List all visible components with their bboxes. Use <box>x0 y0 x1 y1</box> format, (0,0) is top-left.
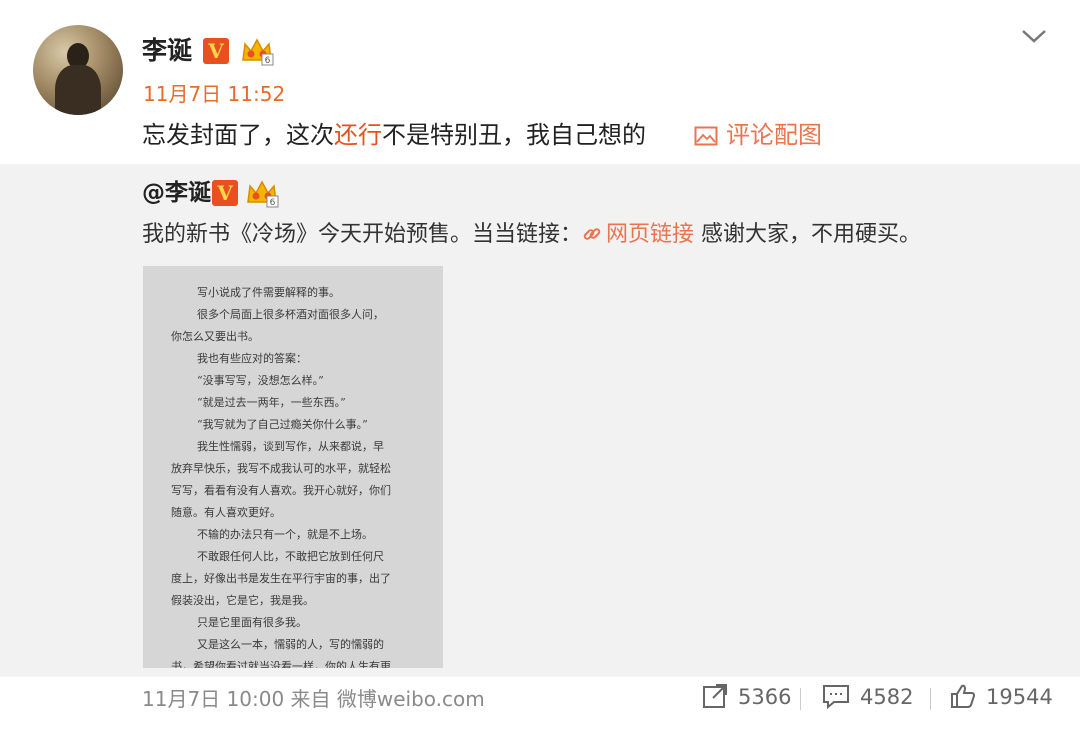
page-line: 放弃早快乐，我写不成我认可的水平，就轻松 <box>171 462 391 475</box>
comment-button[interactable]: 4582 <box>822 682 913 712</box>
page-line: “我写就为了自己过瘾关你什么事。” <box>197 418 368 431</box>
post-text-highlight: 还行 <box>334 121 382 149</box>
verified-icon: V <box>212 180 238 206</box>
repost-text-part1: 我的新书《冷场》今天开始预售。当当链接： <box>142 222 583 247</box>
repost-footer-time[interactable]: 11月7日 10:00 来自 微博weibo.com <box>142 684 485 714</box>
avatar-figure-body <box>55 65 101 115</box>
verified-icon: V <box>203 38 229 64</box>
like-button[interactable]: 19544 <box>950 682 1053 712</box>
repost-text-part2: 感谢大家，不用硬买。 <box>694 222 922 247</box>
avatar[interactable] <box>33 25 123 115</box>
svg-text:6: 6 <box>270 198 276 208</box>
post-timestamp[interactable]: 11月7日 11:52 <box>143 80 285 108</box>
post-text-part1: 忘发封面了，这次 <box>142 121 334 149</box>
comment-count: 4582 <box>860 685 914 709</box>
page-line: 随意。有人喜欢更好。 <box>171 506 281 519</box>
like-count: 19544 <box>986 685 1053 709</box>
repost-username[interactable]: @李诞 <box>142 176 211 210</box>
web-link[interactable]: 网页链接 <box>582 222 694 247</box>
page-line: 只是它里面有很多我。 <box>197 616 307 629</box>
divider <box>930 688 931 710</box>
comment-icon <box>823 685 849 710</box>
image-icon <box>694 126 718 146</box>
post-text-part2: 不是特别丑，我自己想的 <box>382 121 646 149</box>
page-line: 不输的办法只有一个，就是不上场。 <box>197 528 373 541</box>
repost-button[interactable]: 5366 <box>702 682 791 712</box>
page-line: 你怎么又要出书。 <box>171 330 259 343</box>
web-link-label: 网页链接 <box>606 222 695 247</box>
page-line: 不敢跟任何人比，不敢把它放到任何尺 <box>197 550 384 563</box>
page-line: “没事写写，没想怎么样。” <box>197 374 324 387</box>
thumbs-up-icon <box>951 684 976 708</box>
vip-crown-icon: 6 <box>242 38 274 66</box>
book-page-image[interactable]: 写小说成了件需要解释的事。 很多个局面上很多杯酒对面很多人问， 你怎么又要出书。… <box>143 266 443 668</box>
page-line: 写写，看看有没有人喜欢。我开心就好，你们 <box>171 484 391 497</box>
page-line: 我也有些应对的答案： <box>197 352 307 365</box>
svg-text:6: 6 <box>265 56 271 66</box>
link-icon <box>583 228 601 240</box>
page-line: 写小说成了件需要解释的事。 <box>197 286 340 299</box>
post-username[interactable]: 李诞 <box>142 33 192 69</box>
page-line: 度上，好像出书是发生在平行宇宙的事，出了 <box>171 572 391 585</box>
page-line: “就是过去一两年，一些东西。” <box>197 396 346 409</box>
repost-icon <box>703 684 727 708</box>
repost-count: 5366 <box>738 685 792 709</box>
comment-with-image-label: 评论配图 <box>726 121 822 149</box>
post-text: 忘发封面了，这次还行不是特别丑，我自己想的 <box>142 118 646 152</box>
page-line: 很多个局面上很多杯酒对面很多人问， <box>197 308 384 321</box>
chevron-down-icon[interactable] <box>1020 26 1048 46</box>
page-line: 假装没出，它是它，我是我。 <box>171 594 314 607</box>
page-line: 我生性懦弱，谈到写作，从来都说，早 <box>197 440 384 453</box>
page-line: 书，希望你看过就当没看一样，你的人生有更 <box>171 660 391 668</box>
divider <box>800 688 801 710</box>
vip-crown-icon: 6 <box>247 180 279 208</box>
comment-with-image-link[interactable]: 评论配图 <box>694 118 822 152</box>
repost-text: 我的新书《冷场》今天开始预售。当当链接： 网页链接 感谢大家，不用硬买。 <box>142 218 921 252</box>
page-line: 又是这么一本，懦弱的人，写的懦弱的 <box>197 638 384 651</box>
